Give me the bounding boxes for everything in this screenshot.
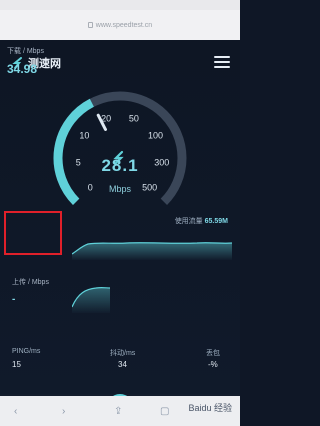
ping-stat: PING/ms 15 (12, 348, 41, 369)
gauge-tick-100: 100 (148, 131, 163, 141)
download-value: 34.98 (7, 62, 38, 76)
download-highlight-box (4, 211, 62, 255)
gauge-tick-10: 10 (79, 131, 89, 141)
hamburger-menu-icon[interactable] (214, 56, 230, 68)
gauge-tick-50: 50 (129, 113, 139, 123)
packet-loss-stat: 丢包 -% (206, 348, 220, 369)
share-icon[interactable]: ⇪ (114, 406, 122, 417)
packet-loss-value: -% (208, 360, 218, 369)
speedtest-app: 测速网 0 5 10 20 50 100 300 500 28.1 Mbps 下载 / Mbp… (0, 40, 240, 426)
forward-icon[interactable]: › (62, 406, 65, 417)
jitter-label: 抖动/ms (110, 350, 136, 357)
url-text[interactable]: www.speedtest.cn (96, 22, 152, 29)
back-icon[interactable]: ‹ (14, 406, 17, 417)
data-usage: 使用流量 65.59M (175, 216, 228, 226)
ping-label: PING/ms (12, 348, 41, 355)
ping-value: 15 (12, 360, 21, 369)
stats-row: PING/ms 15 抖动/ms 34 丢包 -% (0, 348, 240, 388)
status-bar (0, 0, 240, 10)
jitter-value: 34 (118, 360, 127, 369)
jitter-stat: 抖动/ms 34 (110, 348, 136, 369)
watermark: Baidu 经验 (188, 403, 232, 413)
lock-icon (87, 22, 93, 28)
browser-toolbar: ‹ › ⇪ ▢ Baidu 经验 (0, 396, 240, 426)
browser-url-bar[interactable]: www.speedtest.cn (0, 10, 240, 40)
packet-loss-label: 丢包 (206, 350, 220, 357)
bookmarks-icon[interactable]: ▢ (160, 406, 169, 417)
upload-label: 上传 / Mbps (12, 279, 49, 286)
download-chart (72, 242, 232, 260)
gauge-tick-20: 20 (101, 113, 111, 123)
download-label: 下载 / Mbps (7, 48, 44, 55)
usage-value: 65.59M (204, 218, 228, 225)
upload-value: - (12, 294, 16, 305)
speed-unit: Mbps (108, 184, 131, 194)
current-speed: 28.1 (101, 156, 139, 175)
usage-label: 使用流量 (174, 218, 203, 225)
upload-chart (72, 286, 111, 313)
